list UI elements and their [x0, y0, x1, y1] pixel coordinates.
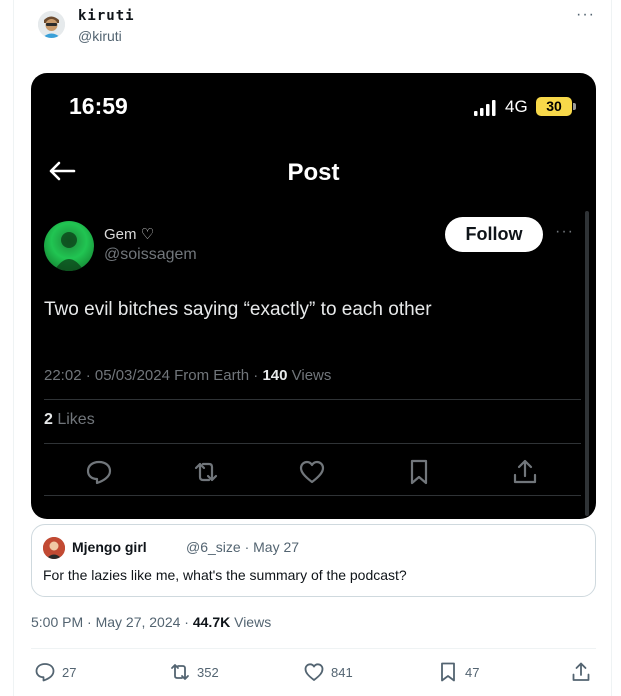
divider: [31, 648, 596, 649]
bookmark-button[interactable]: 47: [437, 660, 479, 684]
repost-icon: [194, 462, 218, 482]
reply-icon: [35, 663, 55, 682]
quote-text: For the lazies like me, what's the summa…: [43, 567, 407, 583]
reply-count: 27: [62, 664, 77, 680]
timeline-border-left: [13, 0, 14, 696]
avatar-cartoon-icon: [38, 11, 65, 38]
post-likes-label: Likes: [52, 411, 95, 428]
share-icon: [572, 662, 590, 681]
bookmark-count: 47: [465, 664, 480, 680]
reply-button[interactable]: 27: [34, 660, 76, 684]
post-likes-count: 2: [44, 411, 53, 428]
post-more-icon: ···: [555, 223, 574, 240]
follow-button: Follow: [445, 217, 543, 252]
scrollbar: [585, 211, 589, 516]
author-avatar[interactable]: [38, 11, 65, 38]
gem-handle: @soissagem: [104, 246, 197, 263]
repost-button[interactable]: 352: [169, 660, 219, 684]
signal-strength-icon: [474, 100, 496, 116]
share-icon: [513, 459, 537, 484]
heart-icon: [299, 460, 325, 484]
post-views-count: 140: [262, 367, 288, 384]
battery-level: 30: [536, 97, 572, 116]
tweet-timestamp[interactable]: 5:00 PM · May 27, 2024 ·: [31, 614, 193, 630]
quoted-tweet[interactable]: Mjengo girl @6_size · May 27 For the laz…: [31, 524, 596, 597]
more-options-icon[interactable]: ···: [576, 6, 595, 24]
divider: [44, 495, 581, 496]
post-meta-prefix: 22:02 · 05/03/2024 From Earth ·: [44, 367, 263, 384]
embedded-screenshot[interactable]: 16:59 4G 30 Post Gem ♡ @soissagem Follow…: [31, 73, 596, 519]
gem-display-name: Gem ♡: [104, 226, 155, 243]
post-text: Two evil bitches saying “exactly” to eac…: [44, 299, 432, 320]
tweet-views-count: 44.7K: [192, 614, 231, 630]
bookmark-icon: [410, 459, 428, 485]
author-handle[interactable]: @kiruti: [78, 28, 122, 44]
like-button[interactable]: 841: [303, 660, 353, 684]
like-count: 841: [331, 664, 353, 680]
post-likes: 2 Likes: [44, 411, 95, 429]
post-nav-title: Post: [287, 159, 340, 186]
divider: [44, 443, 581, 444]
post-meta: 22:02 · 05/03/2024 From Earth · 140 View…: [44, 367, 331, 384]
battery-tip: [573, 103, 576, 110]
gem-avatar: [44, 221, 94, 271]
network-type: 4G: [505, 97, 528, 116]
quote-author-name: Mjengo girl: [72, 539, 147, 555]
divider: [44, 399, 581, 400]
heart-icon: [304, 663, 324, 681]
status-bar-time: 16:59: [69, 93, 128, 119]
tweet-views-label: Views: [230, 614, 272, 630]
bookmark-icon: [441, 662, 455, 682]
repost-count: 352: [197, 664, 219, 680]
quote-author-avatar: [43, 537, 65, 559]
author-name[interactable]: kiruti: [78, 8, 135, 24]
share-button[interactable]: [570, 660, 592, 684]
tweet-meta: 5:00 PM · May 27, 2024 · 44.7K Views: [31, 614, 271, 630]
post-views-label: Views: [287, 367, 332, 384]
quote-author-meta: @6_size · May 27: [186, 539, 300, 555]
repost-icon: [171, 664, 189, 680]
timeline-border-right: [611, 0, 612, 696]
reply-icon: [86, 460, 112, 485]
